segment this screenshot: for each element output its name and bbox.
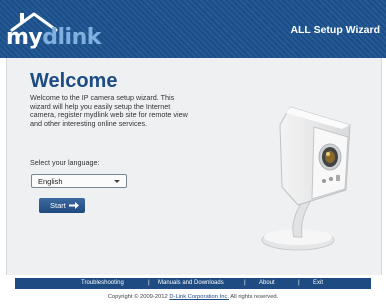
camera-image [261, 106, 351, 251]
chevron-down-icon [114, 180, 120, 183]
dlink-corporation-link[interactable]: D-Link Corporation Inc. [169, 294, 229, 300]
language-select-value: English [38, 177, 63, 186]
header-bar: mydlink ALL Setup Wizard [0, 0, 386, 58]
copyright: Copyright © 2009-2012 D-Link Corporation… [0, 294, 386, 300]
wizard-title: ALL Setup Wizard [290, 24, 380, 36]
footer-link-manuals[interactable]: Manuals and Downloads [158, 280, 224, 286]
footer-link-exit[interactable]: Exit [313, 280, 323, 286]
page-title: Welcome [30, 70, 118, 92]
start-button-label: Start [50, 201, 66, 210]
arrow-right-icon [69, 202, 79, 209]
start-button[interactable]: Start [39, 198, 85, 213]
footer-separator: | [298, 279, 300, 286]
mydlink-logo: mydlink [6, 10, 116, 50]
footer-nav: Troubleshooting | Manuals and Downloads … [15, 278, 371, 289]
language-select[interactable]: English [31, 174, 127, 188]
copyright-suffix: All rights reserved. [230, 294, 279, 300]
footer-separator: | [148, 279, 150, 286]
footer-separator: | [244, 279, 246, 286]
copyright-prefix: Copyright © 2009-2012 [107, 294, 168, 300]
logo-suffix: dlink [42, 25, 101, 50]
footer-link-about[interactable]: About [259, 280, 275, 286]
footer-link-troubleshooting[interactable]: Troubleshooting [81, 280, 124, 286]
welcome-description: Welcome to the IP camera setup wizard. T… [30, 93, 188, 128]
logo-wordmark: mydlink [6, 25, 101, 50]
logo-prefix: my [6, 25, 43, 50]
language-label: Select your language: [30, 158, 100, 167]
